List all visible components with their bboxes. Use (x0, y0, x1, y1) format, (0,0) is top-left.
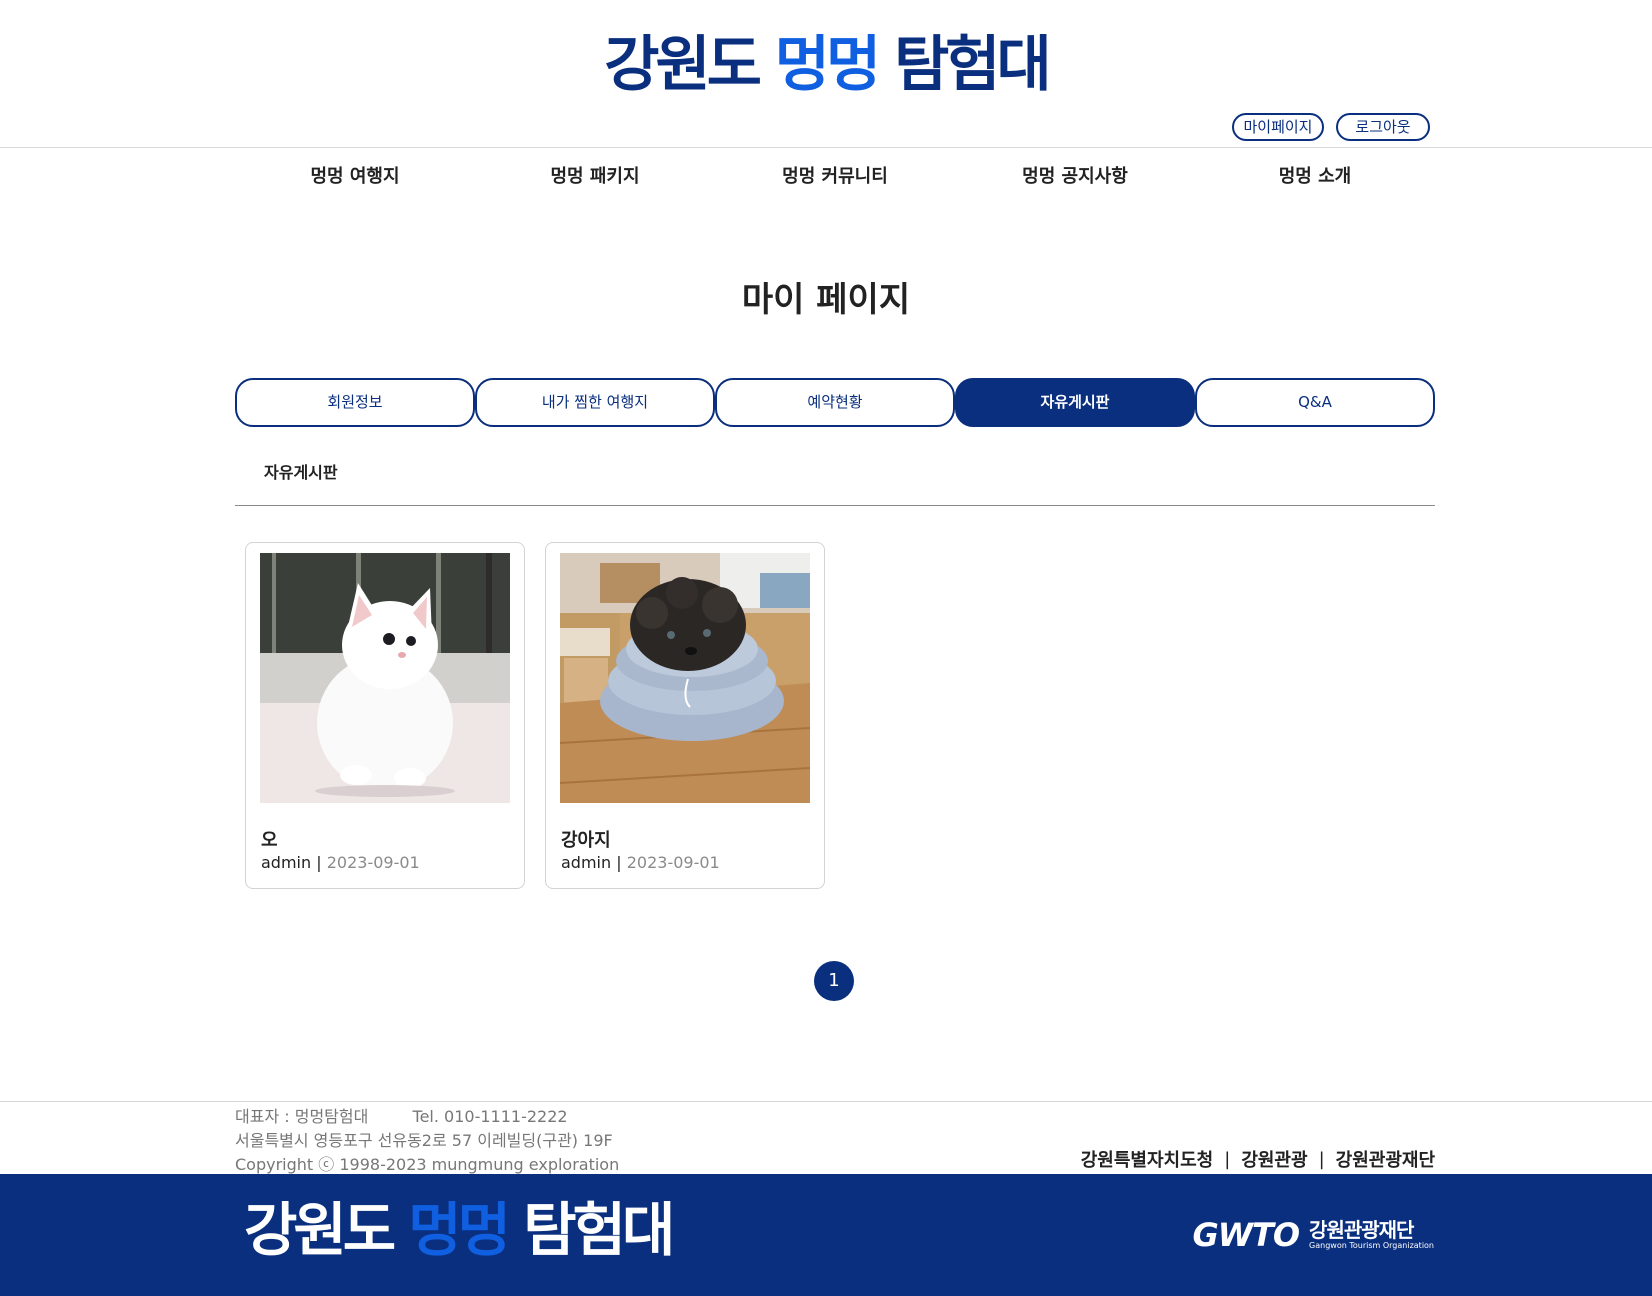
gwto-name-en: Gangwon Tourism Organization (1309, 1241, 1434, 1250)
footer-copyright: Copyright ⓒ 1998-2023 mungmung explorati… (235, 1155, 620, 1174)
footer-contact: 대표자 : 멍멍탐험대 Tel. 010-1111-2222 (235, 1103, 568, 1127)
main-nav: 멍멍 여행지 멍멍 패키지 멍멍 커뮤니티 멍멍 공지사항 멍멍 소개 (235, 163, 1435, 191)
header-divider (0, 147, 1652, 148)
post-meta-separator: | (616, 853, 622, 872)
gwto-logo: GWTO 강원관광재단 Gangwon Tourism Organization (1192, 1216, 1434, 1254)
footer-link-gangwon-tourism-org[interactable]: 강원관광재단 (1336, 1146, 1435, 1172)
footer-representative: 대표자 : 멍멍탐험대 (235, 1107, 369, 1126)
mypage-button[interactable]: 마이페이지 (1232, 113, 1324, 141)
tab-reservations[interactable]: 예약현황 (715, 378, 955, 427)
tab-free-board[interactable]: 자유게시판 (955, 378, 1195, 427)
post-meta: admin | 2023-09-01 (561, 853, 720, 872)
tab-qna[interactable]: Q&A (1195, 378, 1435, 427)
gwto-mark: GWTO (1192, 1216, 1300, 1254)
footer-bar: 강원도 멍멍 탐험대 GWTO 강원관광재단 Gangwon Tourism O… (0, 1174, 1652, 1296)
nav-item-destinations[interactable]: 멍멍 여행지 (235, 163, 475, 191)
footer-divider (0, 1101, 1652, 1102)
footer-tel: Tel. 010-1111-2222 (412, 1107, 568, 1126)
footer-logo-text-mungmung: 멍멍 (408, 1196, 511, 1264)
page-title: 마이 페이지 (741, 280, 911, 320)
footer-link-separator: | (1318, 1148, 1325, 1170)
nav-item-about[interactable]: 멍멍 소개 (1195, 163, 1435, 191)
post-title: 오 (261, 830, 278, 851)
post-card[interactable]: 오 admin | 2023-09-01 (245, 542, 525, 889)
footer-logo-text-tamheomdae: 탐험대 (523, 1196, 675, 1264)
nav-item-packages[interactable]: 멍멍 패키지 (475, 163, 715, 191)
post-card[interactable]: 강아지 admin | 2023-09-01 (545, 542, 825, 889)
nav-item-community[interactable]: 멍멍 커뮤니티 (715, 163, 955, 191)
footer-logo-text-gangwondo: 강원도 (244, 1196, 396, 1264)
footer-address: 서울특별시 영등포구 선유동2로 57 이레빌딩(구관) 19F (235, 1131, 613, 1150)
section-divider (235, 505, 1435, 506)
footer-link-gangwon-province[interactable]: 강원특별자치도청 (1081, 1146, 1213, 1172)
post-author: admin (561, 853, 612, 872)
footer-logo: 강원도 멍멍 탐험대 (244, 1190, 675, 1270)
logo-text-mungmung: 멍멍 (774, 30, 881, 100)
section-label: 자유게시판 (264, 463, 338, 482)
post-meta: admin | 2023-09-01 (261, 853, 420, 872)
nav-item-notices[interactable]: 멍멍 공지사항 (955, 163, 1195, 191)
post-author: admin (261, 853, 312, 872)
mypage-tabs: 회원정보 내가 찜한 여행지 예약현황 자유게시판 Q&A (235, 378, 1435, 427)
pagination-page-1[interactable]: 1 (814, 961, 854, 1001)
post-date: 2023-09-01 (326, 853, 420, 872)
gwto-text: 강원관광재단 Gangwon Tourism Organization (1309, 1219, 1434, 1251)
tab-member-info[interactable]: 회원정보 (235, 378, 475, 427)
post-meta-separator: | (316, 853, 322, 872)
post-title: 강아지 (561, 830, 611, 851)
footer-link-gangwon-tourism[interactable]: 강원관광 (1241, 1146, 1307, 1172)
logo-text-gangwondo: 강원도 (604, 30, 762, 100)
site-logo[interactable]: 강원도 멍멍 탐험대 (0, 22, 1652, 108)
post-date: 2023-09-01 (626, 853, 720, 872)
post-thumbnail-kitten (260, 553, 510, 803)
footer-links: 강원특별자치도청 | 강원관광 | 강원관광재단 (1081, 1146, 1435, 1172)
tab-favorite-places[interactable]: 내가 찜한 여행지 (475, 378, 715, 427)
footer-link-separator: | (1224, 1148, 1231, 1170)
gwto-name-kr: 강원관광재단 (1309, 1218, 1414, 1242)
post-thumbnail-dog (560, 553, 810, 803)
logout-button[interactable]: 로그아웃 (1336, 113, 1430, 141)
logo-text-tamheomdae: 탐험대 (894, 30, 1052, 100)
